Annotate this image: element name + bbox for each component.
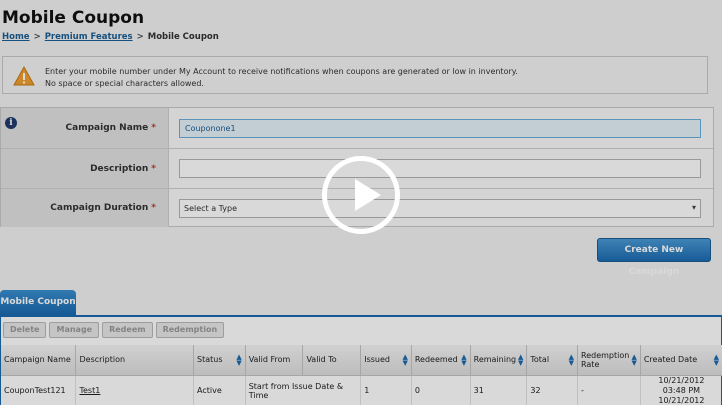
warning-icon <box>13 66 35 86</box>
cell-description: Test1 <box>75 375 195 405</box>
column-header-redemption-rate-text: Redemption Rate <box>581 350 630 369</box>
cell-total: 32 <box>526 375 579 405</box>
column-header-remaining[interactable]: Remaining ▲ ▼ <box>470 345 528 376</box>
column-header-status[interactable]: Status ▲ ▼ <box>193 345 246 376</box>
column-header-redeemed-text: Redeemed <box>414 355 458 365</box>
created-date-next: 10/21/2012 <box>658 395 705 405</box>
created-date: 10/21/2012 <box>658 375 705 385</box>
delete-button[interactable]: Delete <box>3 322 47 338</box>
description-link[interactable]: Test1 <box>79 386 100 395</box>
campaign-duration-value: Select a Type <box>184 204 238 213</box>
column-header-redemption-rate[interactable]: Redemption Rate ▲ ▼ <box>577 345 641 376</box>
column-header-total[interactable]: Total ▲ ▼ <box>526 345 579 376</box>
info-icon[interactable]: i <box>5 117 17 129</box>
required-mark: * <box>151 163 156 174</box>
chevron-down-icon: ▾ <box>691 203 696 212</box>
table-header-row: Campaign Name Description Status ▲ ▼ Valid… <box>1 345 722 376</box>
cell-created-date: 10/21/2012 03:48 PM 10/21/2012 <box>640 375 722 405</box>
redemption-button[interactable]: Redemption <box>155 322 225 338</box>
notification-alert: Enter your mobile number under My Accoun… <box>2 56 708 94</box>
manage-button[interactable]: Manage <box>49 322 100 338</box>
alert-line-2: No space or special characters allowed. <box>45 79 204 88</box>
cell-issued: 1 <box>360 375 412 405</box>
campaign-name-label: i Campaign Name * <box>1 108 169 148</box>
required-mark: * <box>151 203 156 213</box>
campaign-name-label-text: Campaign Name <box>65 123 149 133</box>
alert-text: Enter your mobile number under My Accoun… <box>45 66 518 90</box>
cell-status: Active <box>193 375 246 405</box>
campaign-duration-label: Campaign Duration * <box>1 189 169 227</box>
mobile-coupon-page: Mobile Coupon Home > Premium Features > Mobi… <box>0 0 722 405</box>
cell-redemption-rate: - <box>577 375 641 405</box>
column-header-redeemed[interactable]: Redeemed ▲ ▼ <box>411 345 471 376</box>
sort-icon[interactable]: ▲ ▼ <box>714 354 719 367</box>
created-time: 03:48 PM <box>662 385 701 395</box>
column-header-created-date-text: Created Date <box>643 355 698 365</box>
breadcrumb-separator: > <box>33 32 41 42</box>
campaign-table-panel: Delete Manage Redeem Redemption Campaign Na… <box>0 317 722 405</box>
sort-icon[interactable]: ▲ ▼ <box>631 354 636 367</box>
table-row[interactable]: CouponTest121 Test1 Active Start from Is… <box>1 375 722 405</box>
alert-line-1: Enter your mobile number under My Accoun… <box>45 67 518 76</box>
column-header-total-text: Total <box>530 355 550 365</box>
column-header-created-date[interactable]: Created Date ▲ ▼ <box>640 345 722 376</box>
cell-valid-from: Start from Issue Date & Time <box>245 375 362 405</box>
sort-icon[interactable]: ▲ ▼ <box>569 354 574 367</box>
campaign-duration-label-text: Campaign Duration <box>50 203 149 213</box>
cell-redeemed: 0 <box>411 375 471 405</box>
column-header-issued-text: Issued <box>364 355 390 365</box>
column-header-remaining-text: Remaining <box>473 355 517 365</box>
create-new-campaign-button[interactable]: Create New Campaign <box>597 238 711 277</box>
column-header-issued[interactable]: Issued ▲ ▼ <box>360 345 412 376</box>
column-header-description[interactable]: Description <box>75 345 195 376</box>
description-label-text: Description <box>90 163 149 174</box>
sort-icon[interactable]: ▲ ▼ <box>461 354 466 367</box>
column-header-valid-from[interactable]: Valid From <box>245 345 304 376</box>
tab-mobile-coupon[interactable]: Mobile Coupon <box>0 290 76 315</box>
cell-remaining: 31 <box>470 375 528 405</box>
description-label: Description * <box>1 149 169 188</box>
play-triangle <box>355 179 381 211</box>
column-header-status-text: Status <box>197 355 223 365</box>
sort-icon[interactable]: ▲ ▼ <box>236 354 241 367</box>
description-input[interactable] <box>179 159 701 178</box>
column-header-campaign-name[interactable]: Campaign Name <box>1 345 77 376</box>
campaign-name-input[interactable] <box>179 119 701 138</box>
page-title: Mobile Coupon <box>2 8 145 28</box>
campaign-duration-select[interactable]: Select a Type ▾ <box>179 199 701 218</box>
column-header-valid-to[interactable]: Valid To <box>302 345 362 376</box>
breadcrumb-premium-features-link[interactable]: Premium Features <box>45 32 133 42</box>
breadcrumb-home-link[interactable]: Home <box>2 32 30 42</box>
campaign-table: Campaign Name Description Status ▲ ▼ Valid… <box>1 345 722 405</box>
breadcrumb-current: Mobile Coupon <box>147 32 219 42</box>
table-toolbar: Delete Manage Redeem Redemption <box>3 322 227 338</box>
form-row-campaign-name: i Campaign Name * <box>1 108 713 149</box>
play-icon[interactable] <box>322 156 400 234</box>
redeem-button[interactable]: Redeem <box>102 322 153 338</box>
cell-campaign-name: CouponTest121 <box>1 375 77 405</box>
sort-icon[interactable]: ▲ ▼ <box>518 354 523 367</box>
breadcrumb: Home > Premium Features > Mobile Coupon <box>2 32 219 42</box>
required-mark: * <box>151 123 156 133</box>
breadcrumb-separator: > <box>136 32 144 42</box>
sort-icon[interactable]: ▲ ▼ <box>402 354 407 367</box>
